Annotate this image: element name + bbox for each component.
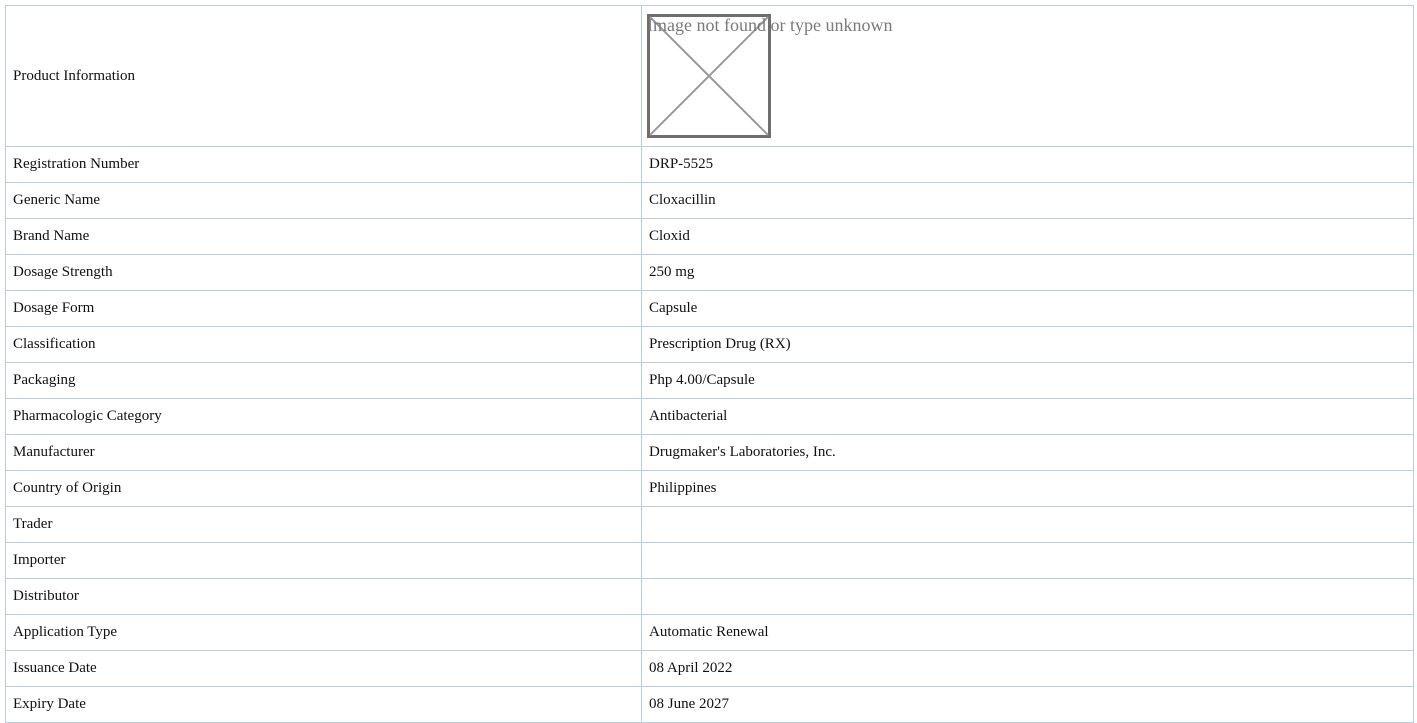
image-alt-text: Image not found or type unknown (647, 15, 893, 35)
row-label: Importer (5, 542, 642, 579)
row-value: Cloxid (641, 218, 1414, 255)
row-label: Application Type (5, 614, 642, 651)
row-label: Country of Origin (5, 470, 642, 507)
table-row: Pharmacologic Category Antibacterial (5, 398, 1414, 435)
row-label: Manufacturer (5, 434, 642, 471)
row-label: Packaging (5, 362, 642, 399)
row-value: Antibacterial (641, 398, 1414, 435)
row-value: DRP-5525 (641, 146, 1414, 183)
row-value: 250 mg (641, 254, 1414, 291)
table-row: Expiry Date 08 June 2027 (5, 686, 1414, 723)
table-row: Issuance Date 08 April 2022 (5, 650, 1414, 687)
table-row: Dosage Strength 250 mg (5, 254, 1414, 291)
table-row: Manufacturer Drugmaker's Laboratories, In… (5, 434, 1414, 471)
table-header-row: Product Information Image not found or t… (5, 5, 1414, 147)
table-row: Country of Origin Philippines (5, 470, 1414, 507)
table-row: Trader (5, 506, 1414, 543)
table-row: Importer (5, 542, 1414, 579)
row-label: Dosage Form (5, 290, 642, 327)
product-image-cell: Image not found or type unknown (641, 5, 1414, 147)
row-value (641, 578, 1414, 615)
row-value (641, 506, 1414, 543)
row-label: Pharmacologic Category (5, 398, 642, 435)
row-label: Classification (5, 326, 642, 363)
row-label: Brand Name (5, 218, 642, 255)
row-value (641, 542, 1414, 579)
row-value: Php 4.00/Capsule (641, 362, 1414, 399)
row-value: Drugmaker's Laboratories, Inc. (641, 434, 1414, 471)
row-value: 08 June 2027 (641, 686, 1414, 723)
product-information-table: Product Information Image not found or t… (5, 5, 1414, 723)
row-value: Cloxacillin (641, 182, 1414, 219)
row-label: Distributor (5, 578, 642, 615)
row-label: Generic Name (5, 182, 642, 219)
table-row: Application Type Automatic Renewal (5, 614, 1414, 651)
row-value: Capsule (641, 290, 1414, 327)
row-label: Issuance Date (5, 650, 642, 687)
table-row: Distributor (5, 578, 1414, 615)
row-label: Trader (5, 506, 642, 543)
row-label: Expiry Date (5, 686, 642, 723)
row-value: 08 April 2022 (641, 650, 1414, 687)
product-information-label: Product Information (5, 5, 642, 147)
row-value: Prescription Drug (RX) (641, 326, 1414, 363)
table-row: Registration Number DRP-5525 (5, 146, 1414, 183)
row-label: Registration Number (5, 146, 642, 183)
table-row: Packaging Php 4.00/Capsule (5, 362, 1414, 399)
table-row: Dosage Form Capsule (5, 290, 1414, 327)
row-label: Dosage Strength (5, 254, 642, 291)
table-row: Brand Name Cloxid (5, 218, 1414, 255)
row-value: Philippines (641, 470, 1414, 507)
row-value: Automatic Renewal (641, 614, 1414, 651)
table-row: Classification Prescription Drug (RX) (5, 326, 1414, 363)
table-row: Generic Name Cloxacillin (5, 182, 1414, 219)
